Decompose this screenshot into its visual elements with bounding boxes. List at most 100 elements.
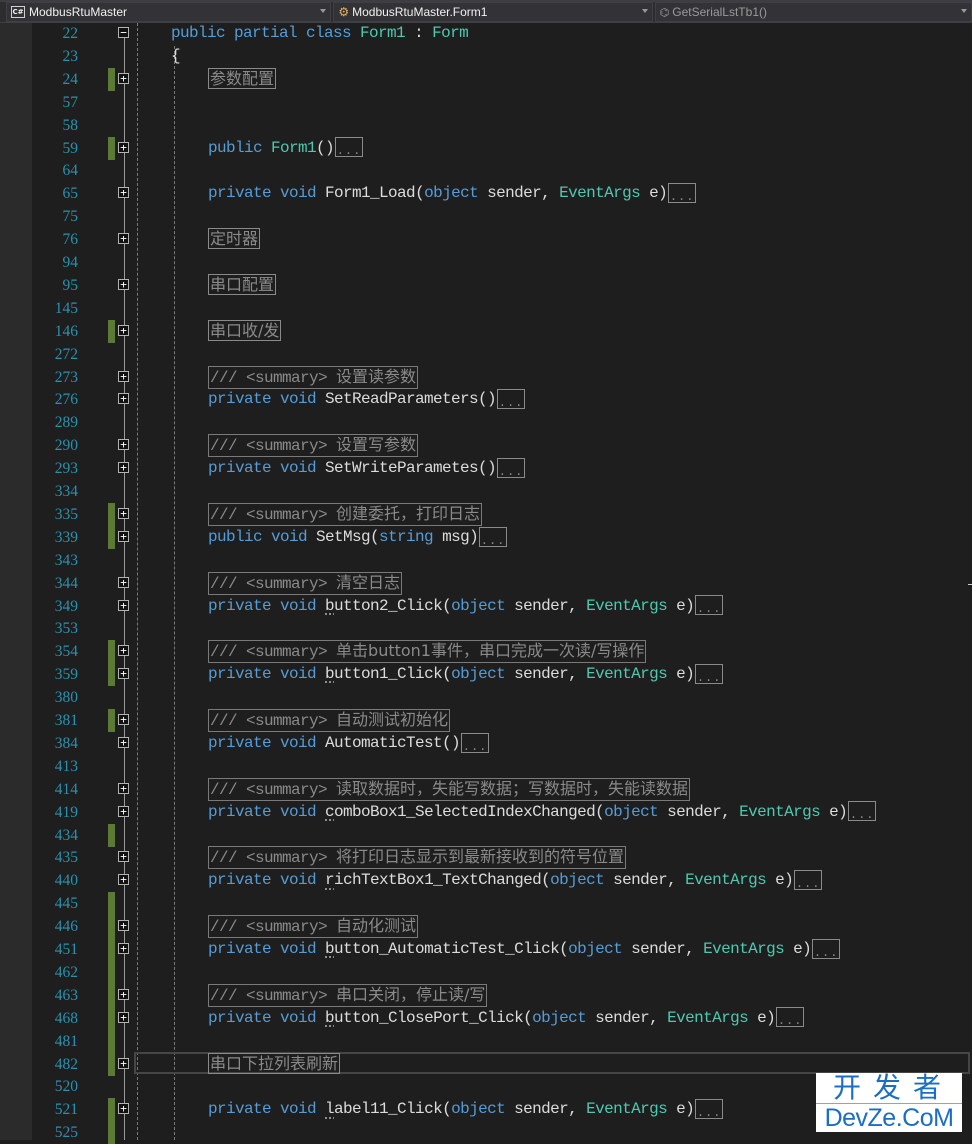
expand-icon[interactable]: + — [118, 920, 129, 932]
collapsed-body-button[interactable]: ... — [695, 595, 724, 616]
expand-icon[interactable]: + — [118, 530, 129, 542]
keyword: void — [271, 527, 317, 546]
code-line: 468 + private void button_ClosePort_Click(… — [0, 1006, 972, 1030]
expand-icon[interactable]: + — [118, 278, 129, 290]
collapsed-body-button[interactable]: ... — [812, 938, 841, 960]
keyword: public — [208, 138, 272, 157]
expand-icon[interactable]: + — [118, 72, 129, 84]
expand-icon[interactable]: + — [118, 736, 129, 748]
line-number: 289 — [54, 414, 78, 432]
change-marker — [108, 1098, 115, 1122]
expand-icon[interactable]: + — [118, 324, 129, 336]
expand-icon[interactable]: + — [118, 393, 129, 405]
expand-icon[interactable]: + — [118, 576, 129, 588]
collapsed-body-button[interactable]: ... — [668, 183, 697, 204]
keyword: void — [280, 1100, 326, 1119]
keyword: void — [280, 390, 326, 409]
collapsed-region[interactable]: 串口下拉列表刷新 — [208, 1052, 341, 1074]
identifier: l — [325, 1100, 335, 1119]
keyword: private — [208, 1100, 281, 1119]
expand-icon[interactable]: + — [118, 645, 129, 657]
collapsed-doc-comment[interactable]: /// <summary> 单击button1事件，串口完成一次读/写操作 — [208, 640, 647, 664]
collapsed-region[interactable]: 串口配置 — [208, 273, 277, 295]
expand-icon[interactable]: + — [118, 370, 129, 382]
code-text: public Form1()... — [208, 137, 364, 160]
keyword: void — [280, 1008, 326, 1027]
expand-icon[interactable]: + — [118, 462, 129, 474]
collapsed-doc-comment[interactable]: /// <summary> 设置读参数 — [208, 365, 419, 389]
scrollbar-marker[interactable] — [968, 584, 972, 585]
member-dropdown[interactable]: ⌬ GetSerialLstTb1() — [654, 2, 972, 22]
expand-icon[interactable]: + — [118, 805, 129, 817]
identifier: r — [325, 871, 335, 890]
expand-icon[interactable]: + — [118, 874, 129, 886]
expand-icon[interactable]: + — [118, 141, 129, 153]
code-line: 380 — [0, 686, 972, 709]
expand-icon[interactable]: + — [118, 668, 129, 680]
collapsed-region[interactable]: 串口收/发 — [208, 319, 282, 341]
collapsed-body-button[interactable]: ... — [461, 732, 490, 754]
keyword: void — [280, 940, 326, 958]
collapsed-body-button[interactable]: ... — [776, 1007, 805, 1028]
collapsed-region[interactable]: 参数配置 — [208, 67, 277, 89]
expand-icon[interactable]: + — [118, 851, 129, 863]
code-line: 354 + /// <summary> 单击button1事件，串口完成一次读/写操… — [0, 640, 972, 664]
chevron-down-icon — [641, 9, 648, 13]
class-dropdown[interactable]: ⚙ ModbusRtuMaster.Form1 — [333, 2, 653, 22]
identifier: utton2_Click( — [334, 596, 452, 615]
code-text: private void AutomaticTest()... — [208, 732, 490, 755]
type-name: EventArgs — [586, 665, 677, 684]
line-number: 75 — [62, 208, 79, 226]
collapsed-doc-comment[interactable]: /// <summary> 串口关闭，停止读/写 — [208, 983, 488, 1007]
collapsed-doc-comment[interactable]: /// <summary> 创建委托，打印日志 — [208, 502, 483, 526]
collapsed-body-button[interactable]: ... — [497, 389, 526, 410]
identifier: { — [171, 46, 181, 65]
expand-icon[interactable]: + — [118, 1057, 129, 1069]
change-marker — [108, 1121, 115, 1144]
line-number: 451 — [54, 941, 78, 958]
keyword: public — [208, 527, 272, 546]
collapsed-body-button[interactable]: ... — [848, 801, 877, 822]
expand-icon[interactable]: + — [118, 1103, 129, 1115]
identifier: e) — [775, 871, 794, 890]
expand-icon[interactable]: + — [118, 439, 129, 451]
collapsed-doc-comment[interactable]: /// <summary> 自动测试初始化 — [208, 709, 451, 732]
collapsed-doc-comment[interactable]: /// <summary> 清空日志 — [208, 571, 403, 595]
line-number: 482 — [54, 1055, 78, 1073]
identifier: abel11_Click( — [334, 1100, 452, 1119]
project-dropdown[interactable]: C# ModbusRtuMaster — [6, 2, 332, 22]
expand-icon[interactable]: + — [118, 599, 129, 611]
expand-icon[interactable]: + — [118, 943, 129, 954]
identifier: Form1_Load — [325, 184, 416, 203]
collapsed-region[interactable]: 定时器 — [208, 228, 261, 250]
expand-icon[interactable]: + — [118, 233, 129, 245]
doc-comment-text: 将打印日志显示到最新接收到的符号位置 — [336, 847, 625, 867]
collapsed-body-button[interactable]: ... — [794, 870, 823, 891]
collapsed-doc-comment[interactable]: /// <summary> 将打印日志显示到最新接收到的符号位置 — [208, 846, 627, 870]
expand-icon[interactable]: + — [118, 187, 129, 199]
expand-icon[interactable]: + — [118, 988, 129, 1000]
code-line: 349 + private void button2_Click(object se… — [0, 595, 972, 618]
identifier: utton_AutomaticTest_Click( — [334, 940, 569, 958]
keyword: void — [280, 459, 326, 478]
collapsed-body-button[interactable]: ... — [497, 457, 526, 479]
collapsed-body-button[interactable]: ... — [479, 526, 508, 548]
identifier: e) — [676, 596, 695, 615]
collapsed-body-button[interactable]: ... — [695, 1099, 724, 1120]
collapsed-body-button[interactable]: ... — [335, 137, 364, 158]
line-number: 339 — [54, 528, 78, 546]
collapse-icon[interactable]: − — [118, 27, 129, 38]
expand-icon[interactable]: + — [118, 714, 129, 725]
code-line: 446 + /// <summary> 自动化测试 — [0, 915, 972, 939]
identifier: ichTextBox1_TextChanged( — [334, 871, 551, 890]
collapsed-doc-comment[interactable]: /// <summary> 设置写参数 — [208, 434, 419, 458]
code-line: 293 + private void SetWriteParametes()... — [0, 457, 972, 480]
keyword: void — [280, 665, 326, 684]
collapsed-doc-comment[interactable]: /// <summary> 自动化测试 — [208, 915, 419, 939]
expand-icon[interactable]: + — [118, 1011, 129, 1023]
expand-icon[interactable]: + — [118, 507, 129, 519]
collapsed-doc-comment[interactable]: /// <summary> 读取数据时，失能写数据；写数据时，失能读数据 — [208, 777, 691, 801]
class-icon: ⚙ — [338, 5, 350, 19]
collapsed-body-button[interactable]: ... — [695, 663, 724, 685]
expand-icon[interactable]: + — [118, 782, 129, 794]
